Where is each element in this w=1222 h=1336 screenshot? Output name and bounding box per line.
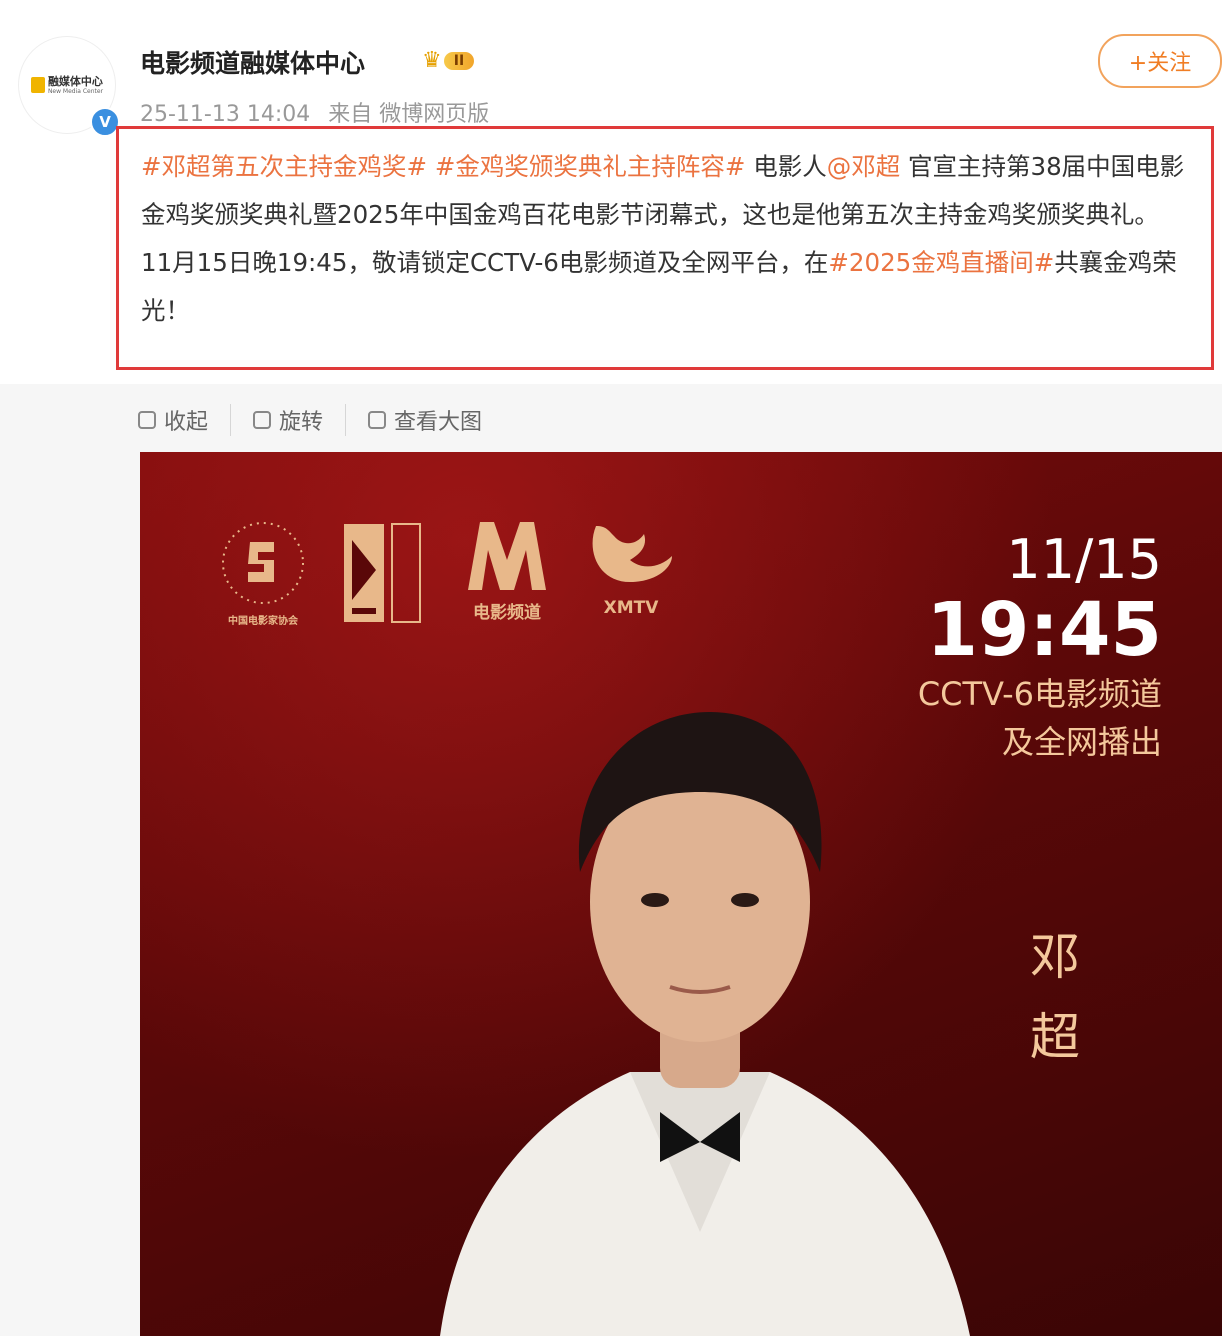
hashtag-link[interactable]: @邓超 xyxy=(827,152,901,181)
rotate-label: 旋转 xyxy=(279,410,324,435)
broadcast-date: 11/15 xyxy=(1006,528,1162,591)
post-content: #邓超第五次主持金鸡奖# #金鸡奖颁奖典礼主持阵容# 电影人@邓超 官宣主持第3… xyxy=(141,143,1201,335)
author-name[interactable]: 电影频道融媒体中心 xyxy=(140,44,365,80)
movie-channel-m-icon xyxy=(468,522,546,590)
avatar-mark-icon xyxy=(30,77,45,93)
hundred-flowers-icon xyxy=(344,523,421,623)
golden-rooster-emblem-icon xyxy=(222,522,304,604)
logo1-caption: 中国电影家协会 xyxy=(228,616,298,627)
film-association-logo: 中国电影家协会 xyxy=(220,520,306,627)
view-large-label: 查看大图 xyxy=(394,410,483,435)
view-large-icon xyxy=(368,411,387,429)
member-badge[interactable]: ♛ II xyxy=(422,48,475,73)
collapse-label: 收起 xyxy=(164,410,209,435)
image-toolbar: 收起 旋转 查看大图 xyxy=(138,404,504,436)
post-text: 电影人 xyxy=(745,152,827,181)
post-text: 11月15日晚19:45，敬请锁定CCTV-6电影频道及全网平台，在 xyxy=(141,248,829,277)
rotate-button[interactable]: 旋转 xyxy=(230,404,345,436)
xmtv-wave-icon xyxy=(592,526,672,582)
avatar-subtext: New Media Center xyxy=(47,87,104,95)
poster-logos: 中国电影家协会 电影频道 XMTV xyxy=(220,520,676,628)
post-image[interactable]: 中国电影家协会 电影频道 XMTV 11/15 19:45 CCTV-6电影频道… xyxy=(140,452,1222,1336)
follow-button[interactable]: +关注 xyxy=(1098,34,1222,88)
hashtag-link[interactable]: #邓超第五次主持金鸡奖# xyxy=(141,152,427,181)
view-large-button[interactable]: 查看大图 xyxy=(345,404,504,436)
hashtag-link[interactable]: #2025金鸡直播间# xyxy=(828,248,1054,277)
post-source: 来自 微博网页版 xyxy=(328,102,490,127)
post-text xyxy=(427,152,435,181)
post-time[interactable]: 25-11-13 14:04 xyxy=(140,102,310,127)
post-meta: 25-11-13 14:04 来自 微博网页版 xyxy=(140,96,489,128)
hashtag-link[interactable]: #金鸡奖颁奖典礼主持阵容# xyxy=(435,152,746,181)
movie-channel-logo: 电影频道 xyxy=(464,520,550,623)
rotate-icon xyxy=(253,411,272,429)
highlighted-post-text: #邓超第五次主持金鸡奖# #金鸡奖颁奖典礼主持阵容# 电影人@邓超 官宣主持第3… xyxy=(116,126,1214,370)
collapse-button[interactable]: 收起 xyxy=(138,404,230,436)
host-portrait xyxy=(440,712,970,1336)
hundred-flowers-logo xyxy=(342,520,428,628)
crown-icon: ♛ xyxy=(422,48,442,73)
logo3-caption: 电影频道 xyxy=(473,603,541,623)
level-badge: II xyxy=(443,51,475,70)
avatar-text: 融媒体中心 xyxy=(47,74,103,88)
collapse-icon xyxy=(138,411,156,429)
logo4-caption: XMTV xyxy=(603,598,659,618)
xmtv-logo: XMTV xyxy=(586,520,676,618)
avatar-logo: 融媒体中心 New Media Center xyxy=(30,74,104,95)
broadcast-time: 19:45 xyxy=(926,587,1162,673)
